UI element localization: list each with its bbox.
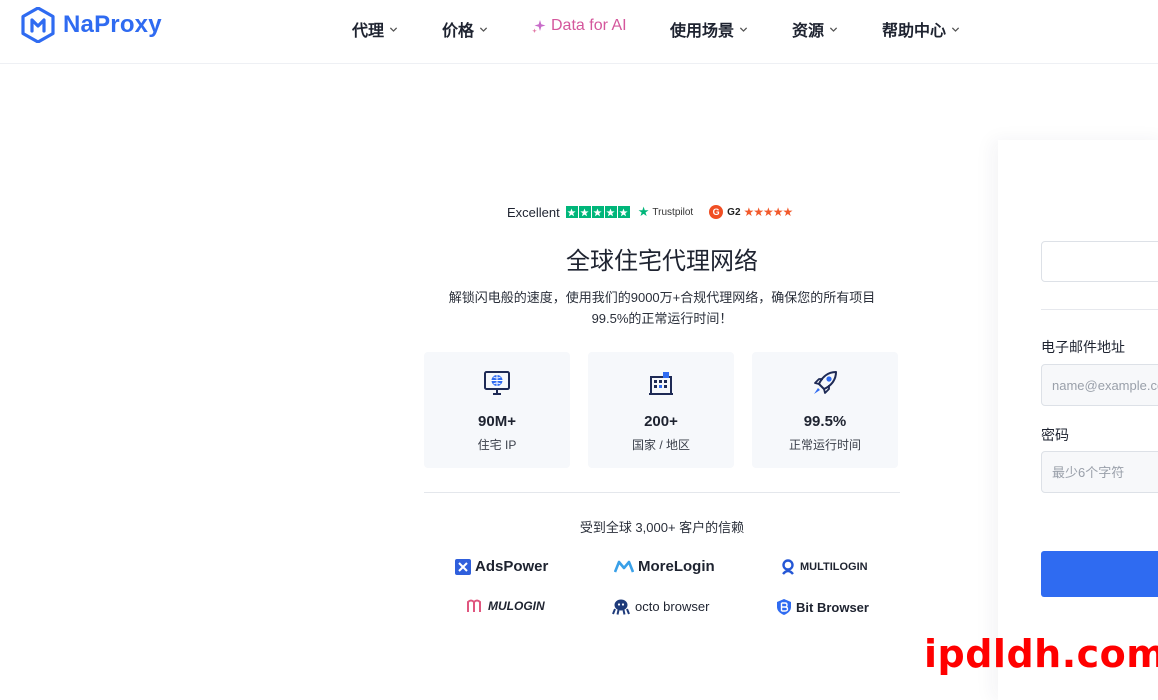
monitor-globe-icon: [484, 371, 510, 395]
multilogin-logo-icon: [782, 559, 794, 575]
trustpilot-label: Trustpilot: [652, 206, 694, 218]
brand-name: MULTILOGIN: [800, 561, 868, 573]
building-icon: [649, 372, 673, 395]
nav-item-proxy[interactable]: 代理: [352, 17, 398, 41]
nav-label: Data for AI: [551, 17, 627, 34]
stat-card-residential-ips: 90M+ 住宅 IP: [424, 352, 570, 468]
chevron-down-icon: [951, 26, 960, 32]
stat-value: 90M+: [478, 413, 516, 430]
watermark-text: ipdldh.com: [924, 632, 1158, 676]
g2-stars: ★★★★★: [743, 205, 794, 219]
stat-card-uptime: 99.5% 正常运行时间: [752, 352, 898, 468]
panel-divider: [1041, 309, 1158, 310]
octo-browser-logo-icon: [612, 599, 630, 615]
chevron-down-icon: [829, 26, 838, 32]
bit-browser-logo-icon: [777, 599, 791, 615]
nav-item-pricing[interactable]: 价格: [442, 17, 488, 41]
stat-label: 国家 / 地区: [631, 438, 690, 452]
chevron-down-icon: [739, 26, 748, 32]
hero-description-line: 解锁闪电般的速度，使用我们的9000万+合规代理网络，确保您的所有项目: [448, 290, 876, 305]
nav-label: 使用场景: [670, 23, 735, 40]
brand-logo-mulogin: MULOGIN: [466, 599, 545, 613]
nav-label: 帮助中心: [882, 23, 947, 40]
star-icon: [578, 206, 591, 218]
chevron-down-icon: [479, 26, 488, 32]
page-title: 全球住宅代理网络: [566, 248, 758, 275]
login-panel: [998, 140, 1158, 700]
rocket-icon: [814, 371, 837, 394]
star-icon: [591, 206, 604, 218]
mulogin-logo-icon: [467, 599, 481, 612]
stat-value: 200+: [644, 413, 678, 430]
stat-card-countries: 200+ 国家 / 地区: [588, 352, 734, 468]
brand-logo-multilogin: MULTILOGIN: [780, 559, 868, 575]
sparkle-icon: [532, 20, 546, 33]
password-label: 密码: [1041, 427, 1069, 443]
brand-logo-adspower: AdsPower: [455, 558, 548, 575]
trust-text: 受到全球 3,000+ 客户的信赖: [579, 520, 745, 535]
hero-description: 解锁闪电般的速度，使用我们的9000万+合规代理网络，确保您的所有项目 99.5…: [420, 287, 904, 329]
brand-logo-octo-browser: octo browser: [611, 598, 709, 615]
password-field[interactable]: [1041, 451, 1158, 493]
naproxy-logo-icon: [21, 7, 55, 43]
morelogin-logo-icon: [614, 560, 634, 572]
rating-badges: Excellent ★ Trustpilot G G2 ★★★★★: [507, 203, 794, 221]
trustpilot-stars: [565, 206, 631, 218]
section-divider: [424, 492, 900, 493]
nav-label: 资源: [792, 23, 825, 40]
star-icon: [617, 206, 630, 218]
stat-label: 正常运行时间: [788, 438, 861, 452]
star-icon: [604, 206, 617, 218]
email-field[interactable]: [1041, 364, 1158, 406]
login-method-toggle[interactable]: [1041, 241, 1158, 282]
brand-name: MoreLogin: [638, 558, 715, 575]
brand-logo-bit-browser: Bit Browser: [776, 598, 869, 616]
trustpilot-excellent-label: Excellent: [507, 204, 560, 220]
trustpilot-logo-icon: ★: [637, 204, 650, 219]
nav-item-data-for-ai[interactable]: Data for AI: [531, 17, 627, 35]
email-label: 电子邮件地址: [1041, 339, 1125, 355]
g2-label: G2: [727, 206, 741, 218]
nav-label: 代理: [352, 23, 385, 40]
brand-name: MULOGIN: [488, 599, 545, 613]
top-navbar: NaProxy 代理 价格 Data for AI 使用场景 资源 帮助中心: [0, 0, 1158, 64]
hero-description-line: 99.5%的正常运行时间！: [591, 311, 733, 326]
brand-name: AdsPower: [475, 558, 549, 575]
brand-logo-morelogin: MoreLogin: [614, 558, 715, 575]
submit-button[interactable]: [1041, 551, 1158, 597]
nav-item-help-center[interactable]: 帮助中心: [882, 17, 960, 41]
nav-label: 价格: [442, 23, 475, 40]
g2-logo-icon: G: [709, 205, 724, 219]
star-icon: [565, 206, 578, 218]
stat-label: 住宅 IP: [477, 438, 517, 452]
brand-logo[interactable]: NaProxy: [21, 7, 162, 43]
brand-name: NaProxy: [63, 11, 162, 38]
brand-name: Bit Browser: [796, 599, 869, 615]
nav-item-use-cases[interactable]: 使用场景: [670, 17, 748, 41]
brand-name: octo browser: [635, 599, 710, 614]
stat-value: 99.5%: [803, 413, 847, 430]
nav-item-resources[interactable]: 资源: [792, 17, 838, 41]
chevron-down-icon: [389, 26, 398, 32]
adspower-logo-icon: [455, 558, 471, 575]
